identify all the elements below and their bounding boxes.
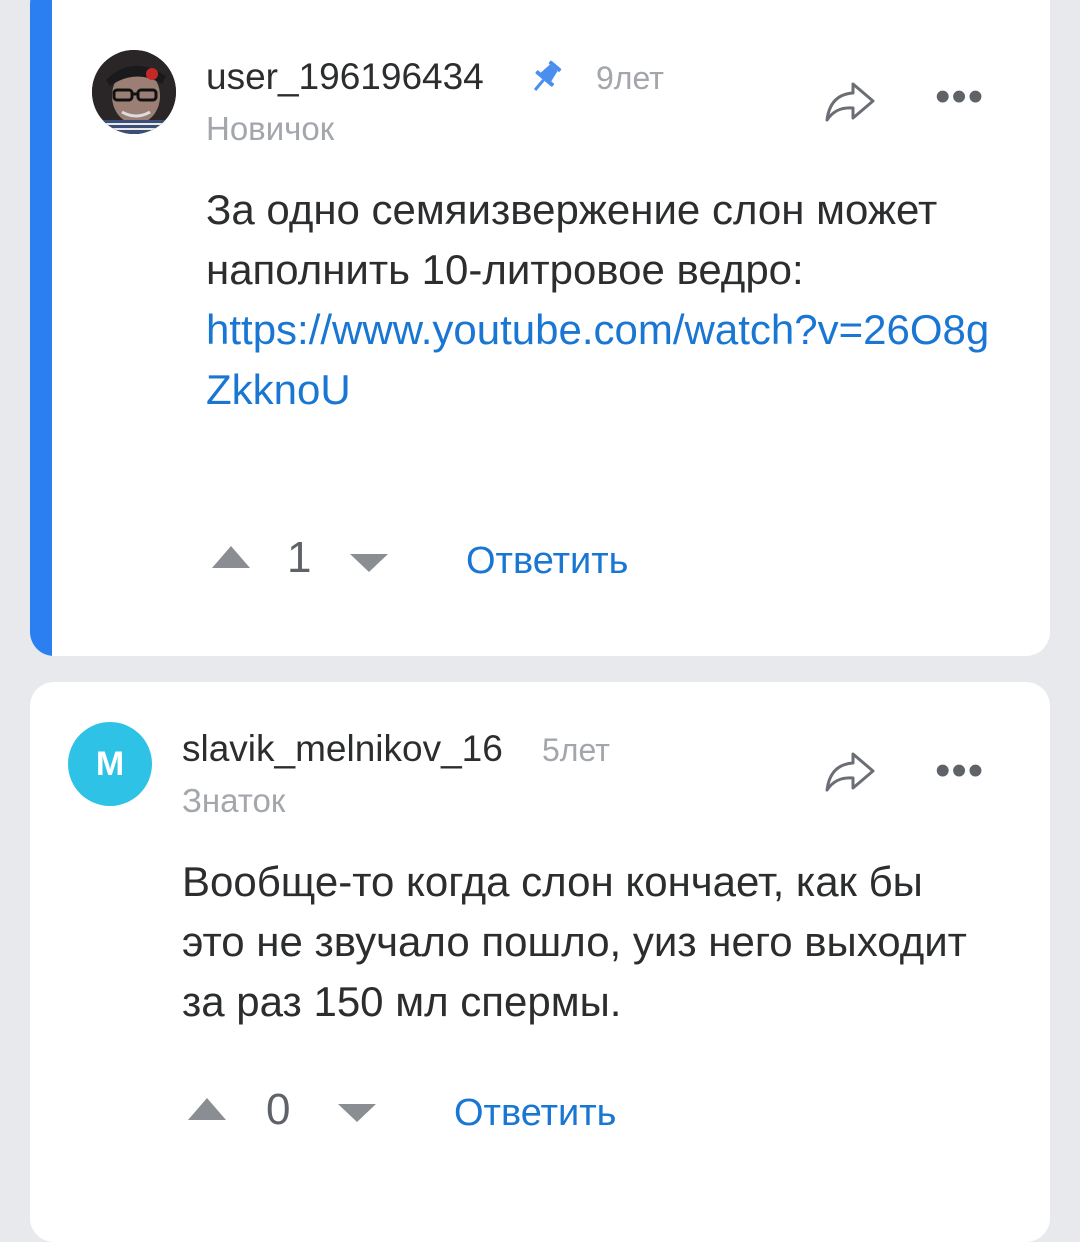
reply-button[interactable]: Ответить	[466, 540, 628, 583]
user-rank: Знаток	[182, 782, 286, 819]
user-rank: Новичок	[206, 110, 335, 147]
timestamp: 9лет	[596, 60, 664, 96]
avatar[interactable]: M	[68, 722, 152, 806]
upvote-icon[interactable]	[210, 544, 252, 575]
avatar[interactable]	[92, 50, 176, 134]
comment-text: Вообще-то когда слон кончает, как бы это…	[182, 858, 967, 1025]
username[interactable]: slavik_melnikov_16	[182, 728, 503, 770]
timestamp: 5лет	[542, 732, 610, 768]
share-icon[interactable]	[823, 80, 877, 129]
reply-button[interactable]: Ответить	[454, 1092, 616, 1135]
user-photo-icon	[92, 50, 176, 134]
downvote-icon[interactable]	[348, 552, 390, 579]
downvote-icon[interactable]	[336, 1102, 378, 1129]
more-options-icon[interactable]: •••	[935, 72, 984, 122]
vote-score: 1	[287, 533, 312, 582]
more-options-icon[interactable]: •••	[935, 746, 984, 796]
username[interactable]: user_196196434	[206, 56, 484, 98]
pinned-accent-bar	[30, 0, 52, 656]
comment-text: За одно семяизвержение слон может наполн…	[206, 180, 1006, 420]
pin-icon	[526, 58, 566, 101]
comment-card-pinned: user_196196434 9лет Новичок ••• За одно …	[30, 0, 1050, 656]
comment-link[interactable]: https://www.youtube.com/watch?v=26O8gZkk…	[206, 306, 989, 413]
comment-card: M slavik_melnikov_16 5лет Знаток ••• Воо…	[30, 682, 1050, 1242]
comment-body: За одно семяизвержение слон может наполн…	[206, 186, 938, 293]
share-icon[interactable]	[823, 750, 877, 799]
upvote-icon[interactable]	[186, 1096, 228, 1127]
vote-score: 0	[266, 1085, 291, 1134]
